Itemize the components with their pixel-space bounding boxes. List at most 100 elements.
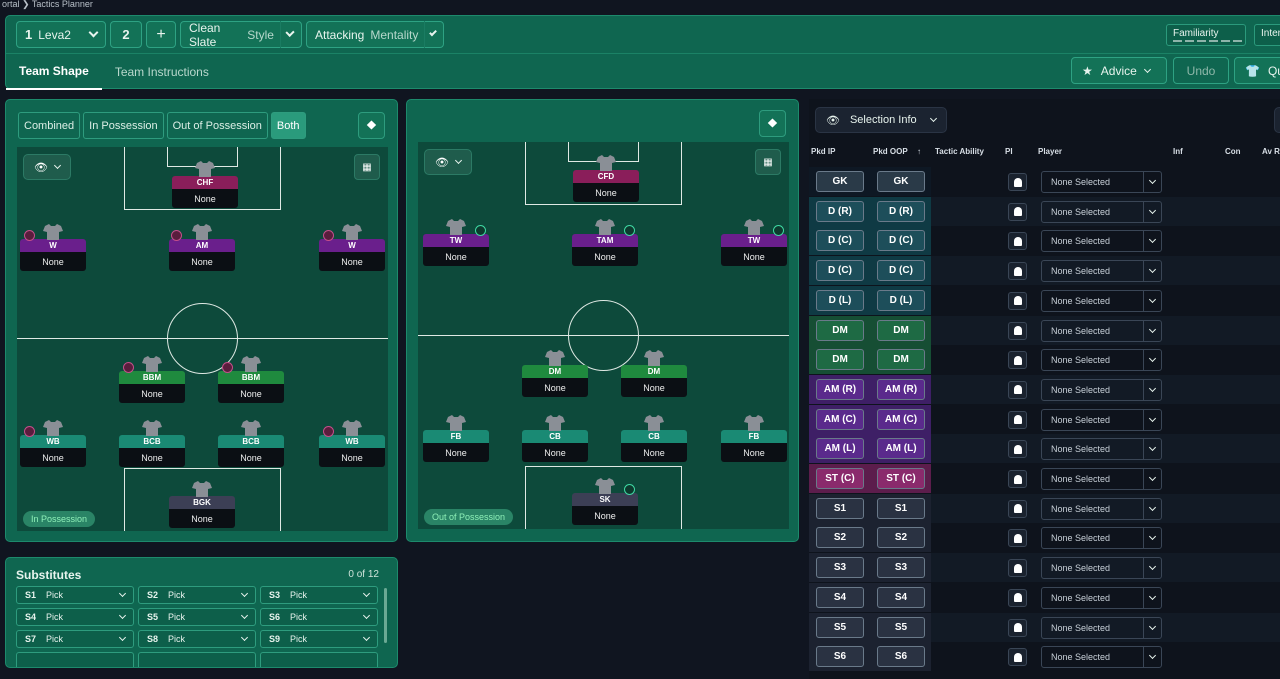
pkd-oop-position[interactable]: D (L) <box>877 290 925 311</box>
player-instructions-button[interactable] <box>1008 203 1027 221</box>
player-select[interactable]: None Selected <box>1041 646 1162 668</box>
player-select[interactable]: None Selected <box>1041 201 1162 223</box>
pkd-oop-position[interactable]: S5 <box>877 617 925 638</box>
player-slot[interactable]: BBMNone <box>218 371 284 403</box>
player-select[interactable]: None Selected <box>1041 587 1162 609</box>
col-av-rating[interactable]: Av R <box>1262 147 1280 156</box>
pkd-oop-position[interactable]: AM (C) <box>877 409 925 430</box>
player-select[interactable]: None Selected <box>1041 320 1162 342</box>
player-slot[interactable]: WNone <box>20 239 86 271</box>
sub-slot-select[interactable]: S1Pick <box>16 586 134 604</box>
player-slot[interactable]: BGKNone <box>169 496 235 528</box>
player-slot[interactable]: BCBNone <box>218 435 284 467</box>
player-instructions-button[interactable] <box>1008 500 1027 518</box>
player-select[interactable]: None Selected <box>1041 171 1162 193</box>
player-slot[interactable]: FBNone <box>423 430 489 462</box>
player-slot[interactable]: AMNone <box>169 239 235 271</box>
toggle-combined[interactable]: Combined <box>18 112 80 139</box>
pkd-oop-position[interactable]: DM <box>877 320 925 341</box>
visibility-toggle[interactable]: 👁 <box>23 154 71 180</box>
pkd-oop-position[interactable]: GK <box>877 171 925 192</box>
sub-slot-select[interactable] <box>138 652 256 668</box>
position-marker-icon[interactable]: ⯁ <box>759 110 786 137</box>
filter-button[interactable]: F <box>1274 107 1280 133</box>
sub-slot-select[interactable]: S5Pick <box>138 608 256 626</box>
player-instructions-button[interactable] <box>1008 232 1027 250</box>
player-slot[interactable]: CBNone <box>522 430 588 462</box>
player-instructions-button[interactable] <box>1008 411 1027 429</box>
player-select[interactable]: None Selected <box>1041 290 1162 312</box>
style-select[interactable]: Clean Slate Style <box>180 21 302 48</box>
player-select[interactable]: None Selected <box>1041 409 1162 431</box>
pkd-oop-position[interactable]: D (R) <box>877 201 925 222</box>
sub-slot-select[interactable]: S6Pick <box>260 608 378 626</box>
sub-slot-select[interactable]: S7Pick <box>16 630 134 648</box>
player-instructions-button[interactable] <box>1008 173 1027 191</box>
player-instructions-button[interactable] <box>1008 559 1027 577</box>
tactic-slot-2[interactable]: 2 <box>110 21 142 48</box>
player-slot[interactable]: SKNone <box>572 493 638 525</box>
player-slot[interactable]: CFDNone <box>573 170 639 202</box>
player-instructions-button[interactable] <box>1008 589 1027 607</box>
player-select[interactable]: None Selected <box>1041 468 1162 490</box>
pkd-ip-position[interactable]: AM (R) <box>816 379 864 400</box>
player-select[interactable]: None Selected <box>1041 379 1162 401</box>
sub-slot-select[interactable]: S9Pick <box>260 630 378 648</box>
pkd-oop-position[interactable]: S1 <box>877 498 925 519</box>
player-select[interactable]: None Selected <box>1041 260 1162 282</box>
pkd-ip-position[interactable]: DM <box>816 320 864 341</box>
player-select[interactable]: None Selected <box>1041 557 1162 579</box>
player-slot[interactable]: DMNone <box>522 365 588 397</box>
player-instructions-button[interactable] <box>1008 440 1027 458</box>
visibility-toggle[interactable]: 👁 <box>424 149 472 175</box>
player-instructions-button[interactable] <box>1008 381 1027 399</box>
toggle-both[interactable]: Both <box>271 112 306 139</box>
pkd-oop-position[interactable]: S2 <box>877 527 925 548</box>
intensity-meter[interactable]: Inten <box>1254 24 1280 46</box>
col-tactic-ability[interactable]: Tactic Ability <box>935 147 984 156</box>
pkd-oop-position[interactable]: S6 <box>877 646 925 667</box>
player-instructions-button[interactable] <box>1008 351 1027 369</box>
col-pi[interactable]: PI <box>1005 147 1013 156</box>
pkd-ip-position[interactable]: AM (L) <box>816 438 864 459</box>
pkd-ip-position[interactable]: D (C) <box>816 230 864 251</box>
pkd-ip-position[interactable]: D (R) <box>816 201 864 222</box>
pkd-ip-position[interactable]: S4 <box>816 587 864 608</box>
pkd-ip-position[interactable]: D (L) <box>816 290 864 311</box>
add-tactic-button[interactable]: + <box>146 21 176 48</box>
player-slot[interactable]: BBMNone <box>119 371 185 403</box>
pkd-ip-position[interactable]: S3 <box>816 557 864 578</box>
toggle-in-possession[interactable]: In Possession <box>83 112 163 139</box>
scrollbar[interactable] <box>384 588 387 643</box>
player-slot[interactable]: TAMNone <box>572 234 638 266</box>
player-slot[interactable]: WBNone <box>20 435 86 467</box>
col-pkd-ip[interactable]: Pkd IP <box>811 147 835 156</box>
col-player[interactable]: Player <box>1038 147 1062 156</box>
player-slot[interactable]: DMNone <box>621 365 687 397</box>
pkd-ip-position[interactable]: S1 <box>816 498 864 519</box>
pkd-ip-position[interactable]: AM (C) <box>816 409 864 430</box>
player-select[interactable]: None Selected <box>1041 498 1162 520</box>
player-instructions-button[interactable] <box>1008 619 1027 637</box>
pkd-ip-position[interactable]: ST (C) <box>816 468 864 489</box>
player-slot[interactable]: CHFNone <box>172 176 238 208</box>
player-select[interactable]: None Selected <box>1041 438 1162 460</box>
pkd-oop-position[interactable]: ST (C) <box>877 468 925 489</box>
grid-icon[interactable]: ▦ <box>354 154 380 180</box>
sort-up-icon[interactable]: ↑ <box>917 147 921 156</box>
quick-pick-button[interactable]: 👕 Quic <box>1234 57 1280 84</box>
grid-icon[interactable]: ▦ <box>755 149 781 175</box>
sub-slot-select[interactable]: S4Pick <box>16 608 134 626</box>
player-instructions-button[interactable] <box>1008 470 1027 488</box>
player-select[interactable]: None Selected <box>1041 349 1162 371</box>
position-marker-icon[interactable]: ⯁ <box>358 112 385 139</box>
tactic-select[interactable]: 1 Leva2 <box>16 21 106 48</box>
mentality-select[interactable]: Attacking Mentality <box>306 21 444 48</box>
player-instructions-button[interactable] <box>1008 292 1027 310</box>
sub-slot-select[interactable]: S8Pick <box>138 630 256 648</box>
sub-slot-select[interactable] <box>16 652 134 668</box>
pkd-ip-position[interactable]: GK <box>816 171 864 192</box>
player-instructions-button[interactable] <box>1008 262 1027 280</box>
player-slot[interactable]: CBNone <box>621 430 687 462</box>
familiarity-meter[interactable]: Familiarity <box>1166 24 1246 46</box>
